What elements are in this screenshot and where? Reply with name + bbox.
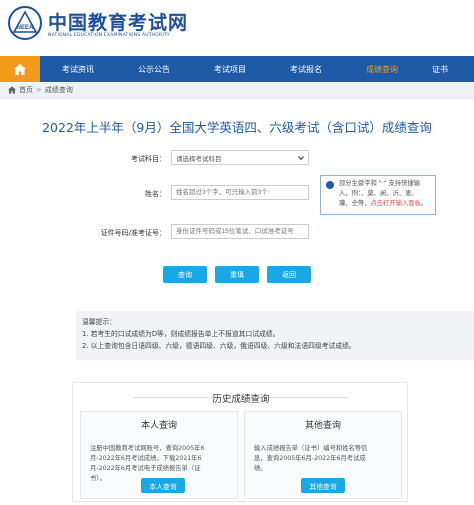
nav-item-notices[interactable]: 公示公告 — [116, 56, 192, 82]
other-query-button[interactable]: 其他查询 — [301, 478, 345, 493]
site-subtitle: NATIONAL EDUCATION EXAMINATIONS AUTHORIT… — [48, 33, 170, 38]
breadcrumb-separator: > — [36, 86, 42, 94]
main-nav: 考试资讯 公示公告 考试项目 考试报名 成绩查询 证书 — [0, 56, 474, 82]
breadcrumb-home-icon — [8, 86, 16, 94]
subject-select-value: 请选择考试科目 — [176, 154, 222, 163]
subject-select[interactable]: 请选择考试科目 — [171, 150, 309, 165]
other-query-title: 其他查询 — [304, 421, 341, 431]
breadcrumb-current: 成绩查询 — [44, 86, 73, 94]
description-line: 注册中国教育考试网账号，查询2005年6 — [90, 445, 205, 452]
notice-line: 2. 以上查询包含日语四级、六级，德语四级、六级，俄语四级、六级和法语四级考试成… — [82, 342, 356, 350]
query-button[interactable]: 查询 — [163, 266, 207, 283]
neea-logo[interactable]: NEEA — [8, 6, 42, 40]
description-line: 月-2022年6月考试电子成绩报告单（证 — [90, 465, 201, 472]
notice-title: 温馨提示： — [82, 318, 116, 326]
history-title: 历史成绩查询 — [212, 394, 270, 405]
id-number-input[interactable] — [171, 224, 309, 239]
logo-emblem-icon: NEEA — [12, 10, 38, 33]
description-line: 绩。 — [254, 465, 267, 472]
nav-item-exams[interactable]: 考试项目 — [192, 56, 268, 82]
name-input[interactable] — [171, 185, 309, 200]
other-query-description: 输入成绩报告单（证书）编号和姓名等信 息，查询2005年6月-2022年6月考试… — [254, 444, 396, 474]
notice-line: 1. 若考生的口试成绩为D等，则成绩报告单上不报道其口试成绩。 — [82, 330, 280, 338]
notice-panel: 温馨提示： 1. 若考生的口试成绩为D等，则成绩报告单上不报道其口试成绩。 2.… — [76, 311, 474, 360]
name-label: 姓名： — [145, 190, 166, 198]
tip-line: 入，例：、莫、昶、沂、恵、 — [339, 190, 418, 197]
self-query-button[interactable]: 本人查询 — [141, 478, 185, 493]
breadcrumb: 首页 > 成绩查询 — [0, 82, 474, 99]
description-line: 月-2022年6月考试成绩，下载2021年6 — [90, 455, 202, 462]
chevron-down-icon — [298, 156, 304, 161]
history-section: 历史成绩查询 本人查询 注册中国教育考试网账号，查询2005年6 月-2022年… — [72, 382, 408, 502]
tip-line-end: 。 — [420, 200, 428, 207]
nav-item-news[interactable]: 考试资讯 — [40, 56, 116, 82]
description-line: 输入成绩报告单（证书）编号和姓名等信 — [254, 445, 368, 452]
page-title: 2022年上半年（9月）全国大学英语四、六级考试（含口试）成绩查询 — [42, 120, 432, 135]
site-header: NEEA 中国教育考试网 NATIONAL EDUCATION EXAMINAT… — [0, 0, 474, 50]
self-query-title: 本人查询 — [140, 421, 177, 431]
nav-item-registration[interactable]: 考试报名 — [268, 56, 344, 82]
nav-home-button[interactable] — [0, 56, 40, 82]
info-icon — [326, 181, 334, 189]
divider — [269, 397, 349, 398]
reset-button[interactable]: 重填 — [215, 266, 259, 283]
other-query-card: 其他查询 输入成绩报告单（证书）编号和姓名等信 息，查询2005年6月-2022… — [244, 411, 402, 499]
home-icon — [14, 63, 26, 75]
input-tip-box: 部分生僻字和 "·" 支持快捷输 入，例：、莫、昶、沂、恵、 瓘、仝等，点击打开… — [320, 175, 436, 215]
open-input-panel-link[interactable]: 点击打开输入面板 — [370, 200, 420, 207]
tip-line: 部分生僻字和 "·" 支持快捷输 — [339, 180, 421, 187]
id-label: 证件号码/准考证号： — [100, 229, 166, 237]
back-button[interactable]: 返回 — [267, 266, 311, 283]
tip-line: 瓘、仝等， — [339, 200, 371, 207]
subject-label: 考试科目： — [131, 155, 166, 163]
self-query-card: 本人查询 注册中国教育考试网账号，查询2005年6 月-2022年6月考试成绩，… — [80, 411, 238, 499]
nav-item-score-query[interactable]: 成绩查询 — [344, 56, 420, 82]
svg-text:NEEA: NEEA — [17, 25, 34, 31]
breadcrumb-home-link[interactable]: 首页 — [19, 85, 33, 95]
nav-item-certificate[interactable]: 证书 — [420, 56, 470, 82]
site-title[interactable]: 中国教育考试网 — [48, 8, 188, 35]
description-line: 息，查询2005年6月-2022年6月考试成 — [254, 455, 366, 462]
